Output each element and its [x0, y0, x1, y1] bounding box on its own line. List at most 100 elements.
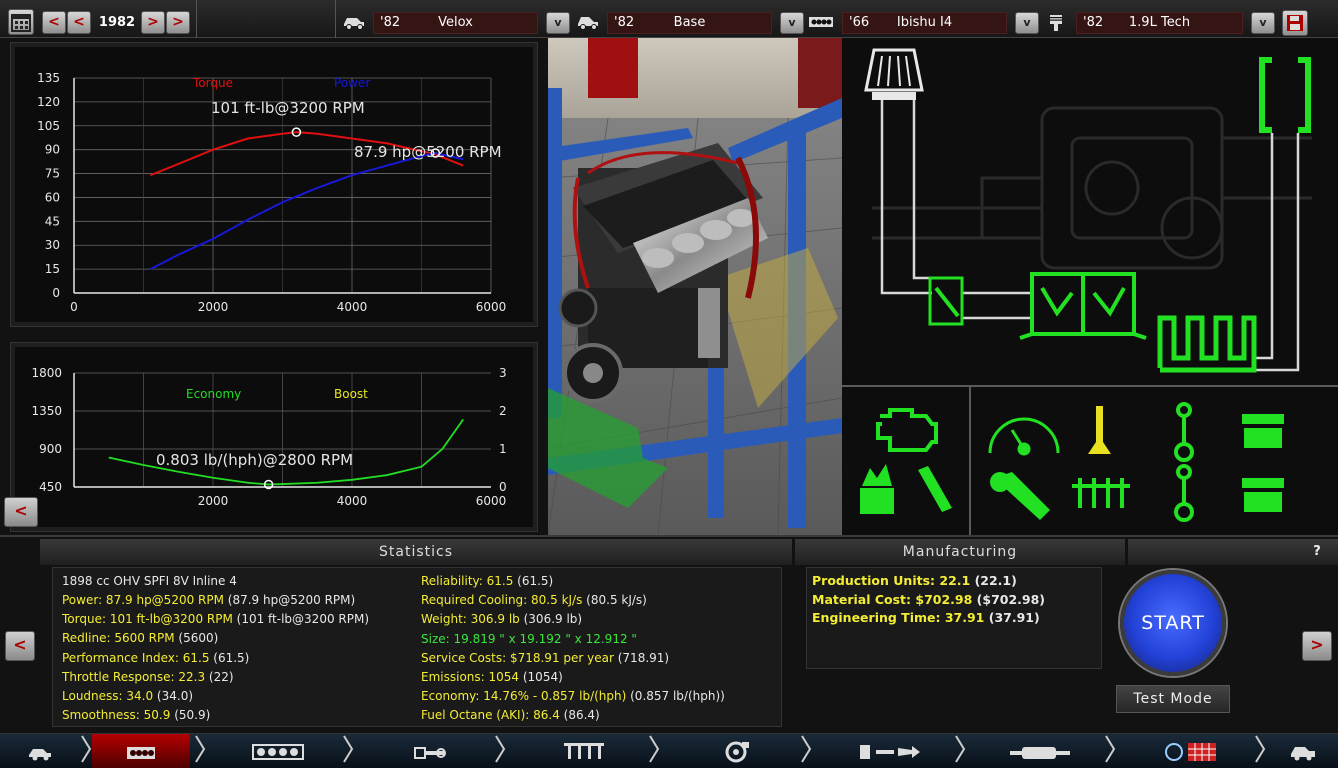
- stat-right-3: Size: 19.819 " x 19.192 " x 12.912 ": [421, 632, 637, 646]
- stat-right-6: Economy: 14.76% - 0.857 lb/(hph) (0.857 …: [421, 689, 725, 703]
- stat-label: Weight: 306.9 lb: [421, 612, 520, 627]
- trim-select[interactable]: '82 Base: [607, 12, 772, 34]
- y-tick-label: 900: [39, 442, 62, 456]
- stat-label: Size: 19.819 " x 19.192 " x 12.912 ": [421, 631, 637, 646]
- valve-icon[interactable]: [1088, 406, 1111, 454]
- piston-icon[interactable]: [1242, 414, 1284, 512]
- stat-right-4: Service Costs: $718.91 per year (718.91): [421, 651, 669, 665]
- stat-value: (5600): [174, 631, 219, 646]
- trim-name: Base: [673, 15, 706, 30]
- stat-label: Torque: 101 ft-lb@3200 RPM: [62, 612, 233, 627]
- turbo-icon[interactable]: [676, 734, 796, 768]
- test-car-icon[interactable]: [1268, 734, 1338, 768]
- x-tick-label: 4000: [337, 494, 368, 508]
- start-button[interactable]: START: [1120, 570, 1226, 676]
- fuel-system-icon[interactable]: [830, 734, 950, 768]
- tuning-wrench-icon[interactable]: [990, 472, 1050, 520]
- intake-manifold-icon[interactable]: [1019, 272, 1147, 340]
- stat-right-7: Fuel Octane (AKI): 86.4 (86.4): [421, 708, 600, 722]
- throttle-icon[interactable]: [928, 276, 964, 326]
- chevron-right-icon: [194, 734, 208, 768]
- engine-family-select[interactable]: '66 Ibishu I4: [842, 12, 1007, 34]
- mfg-label: Material Cost: $702.98: [812, 591, 973, 607]
- stat-right-0: Reliability: 61.5 (61.5): [421, 574, 553, 588]
- crank-icon[interactable]: [370, 734, 490, 768]
- y-tick-label: 120: [37, 95, 60, 109]
- exhaust-icon[interactable]: [980, 734, 1100, 768]
- model-dropdown-button[interactable]: v: [546, 12, 570, 34]
- engine-variant-select[interactable]: '82 1.9L Tech: [1076, 12, 1243, 34]
- piston-variant-icon: [1043, 14, 1069, 34]
- y-tick-label: 105: [37, 119, 60, 133]
- air-filter-icon[interactable]: [864, 48, 924, 100]
- year-prev-far-button[interactable]: <: [42, 11, 66, 34]
- gauge-icon[interactable]: [988, 417, 1060, 456]
- top-toolbar: < < 1982 > > '82 Velox v '82 Base v '66 …: [0, 0, 1338, 38]
- conrod-icon[interactable]: [1174, 402, 1194, 522]
- y2-tick-label: 3: [499, 366, 507, 380]
- model-name: Velox: [438, 15, 473, 30]
- next-page-button[interactable]: >: [1302, 631, 1332, 661]
- prev-page-button[interactable]: <: [5, 631, 35, 661]
- calendar-icon[interactable]: [8, 9, 34, 35]
- model-select[interactable]: '82 Velox: [373, 12, 538, 34]
- y-tick-label: 135: [37, 71, 60, 85]
- injector-icon[interactable]: [918, 466, 952, 512]
- car-icon[interactable]: [0, 734, 80, 768]
- stat-label: Performance Index: 61.5: [62, 650, 210, 665]
- year-next-button[interactable]: >: [141, 11, 165, 34]
- stat-left-0: Power: 87.9 hp@5200 RPM (87.9 hp@5200 RP…: [62, 593, 355, 607]
- tuning-icon[interactable]: [1130, 734, 1250, 768]
- save-icon[interactable]: [1282, 10, 1308, 36]
- trim-dropdown-button[interactable]: v: [780, 12, 804, 34]
- stat-label: Required Cooling: 80.5 kJ/s: [421, 593, 583, 608]
- mfg-label: Production Units: 22.1: [812, 573, 971, 588]
- power-torque-plot: 135 120 105 90 75 60 45 30 15 00 2000 4000 6000: [37, 71, 506, 314]
- check-engine-icon[interactable]: [876, 408, 938, 452]
- help-button[interactable]: ?: [1302, 541, 1332, 563]
- x-tick-label: 4000: [337, 300, 368, 314]
- y-tick-label: 90: [45, 143, 60, 157]
- year-prev-button[interactable]: <: [67, 11, 91, 34]
- engine-family-icon: [808, 14, 834, 34]
- cylinder-head-icon[interactable]: [218, 734, 338, 768]
- test-mode-button[interactable]: Test Mode: [1116, 685, 1230, 713]
- spark-fuel-icon[interactable]: [860, 464, 894, 514]
- back-button[interactable]: <: [4, 497, 38, 527]
- valvetrain-icon[interactable]: [524, 734, 644, 768]
- chevron-right-icon: [494, 734, 508, 768]
- exhaust-outlet-icon[interactable]: [1259, 57, 1311, 133]
- manufacturing-header: Manufacturing: [795, 539, 1125, 565]
- engine-designer-screen: < < 1982 > > '82 Velox v '82 Base v '66 …: [0, 0, 1338, 768]
- power-legend: Power: [334, 76, 371, 90]
- manufacturing-row: Material Cost: $702.98 ($702.98): [812, 592, 1045, 607]
- stat-value: (101 ft-lb@3200 RPM): [232, 612, 370, 627]
- stat-right-5: Emissions: 1054 (1054): [421, 670, 563, 684]
- x-tick-label: 6000: [476, 494, 507, 508]
- stat-value: (61.5): [513, 574, 554, 588]
- manufacturing-row: Production Units: 22.1 (22.1): [812, 573, 1017, 588]
- engine-variant-dropdown-button[interactable]: v: [1251, 12, 1275, 34]
- stat-label: Emissions: 1054: [421, 670, 520, 684]
- stat-left-4: Throttle Response: 22.3 (22): [62, 670, 234, 684]
- torque-legend: Torque: [193, 76, 233, 90]
- engine-block-icon[interactable]: [92, 734, 190, 768]
- y-tick-label: 30: [45, 238, 60, 252]
- statistics-list: 1898 cc OHV SPFI 8V Inline 4 Power: 87.9…: [52, 567, 782, 727]
- exhaust-header-icon[interactable]: [1157, 315, 1257, 373]
- crankshaft-icon[interactable]: [1072, 478, 1130, 508]
- best-economy-label: 0.803 lb/(hph)@2800 RPM: [156, 451, 354, 469]
- peak-torque-label: 101 ft-lb@3200 RPM: [211, 99, 365, 117]
- y-tick-label: 1800: [31, 366, 62, 380]
- statistics-header: Statistics: [40, 539, 792, 565]
- power-line: [149, 151, 464, 270]
- economy-plot: 1800 1350 900 450 3 2 1 0 2000 4000 6000: [31, 366, 507, 508]
- y2-tick-label: 2: [499, 404, 507, 418]
- stat-value: (50.9): [170, 708, 211, 723]
- engine-family-dropdown-button[interactable]: v: [1015, 12, 1039, 34]
- engine-3d-viewport[interactable]: [548, 38, 842, 535]
- stat-left-5: Loudness: 34.0 (34.0): [62, 689, 193, 703]
- year-next-far-button[interactable]: >: [166, 11, 190, 34]
- info-panel: Statistics Manufacturing ? < > 1898 cc O…: [0, 535, 1338, 733]
- stat-value: (0.857 lb/(hph)): [626, 689, 725, 704]
